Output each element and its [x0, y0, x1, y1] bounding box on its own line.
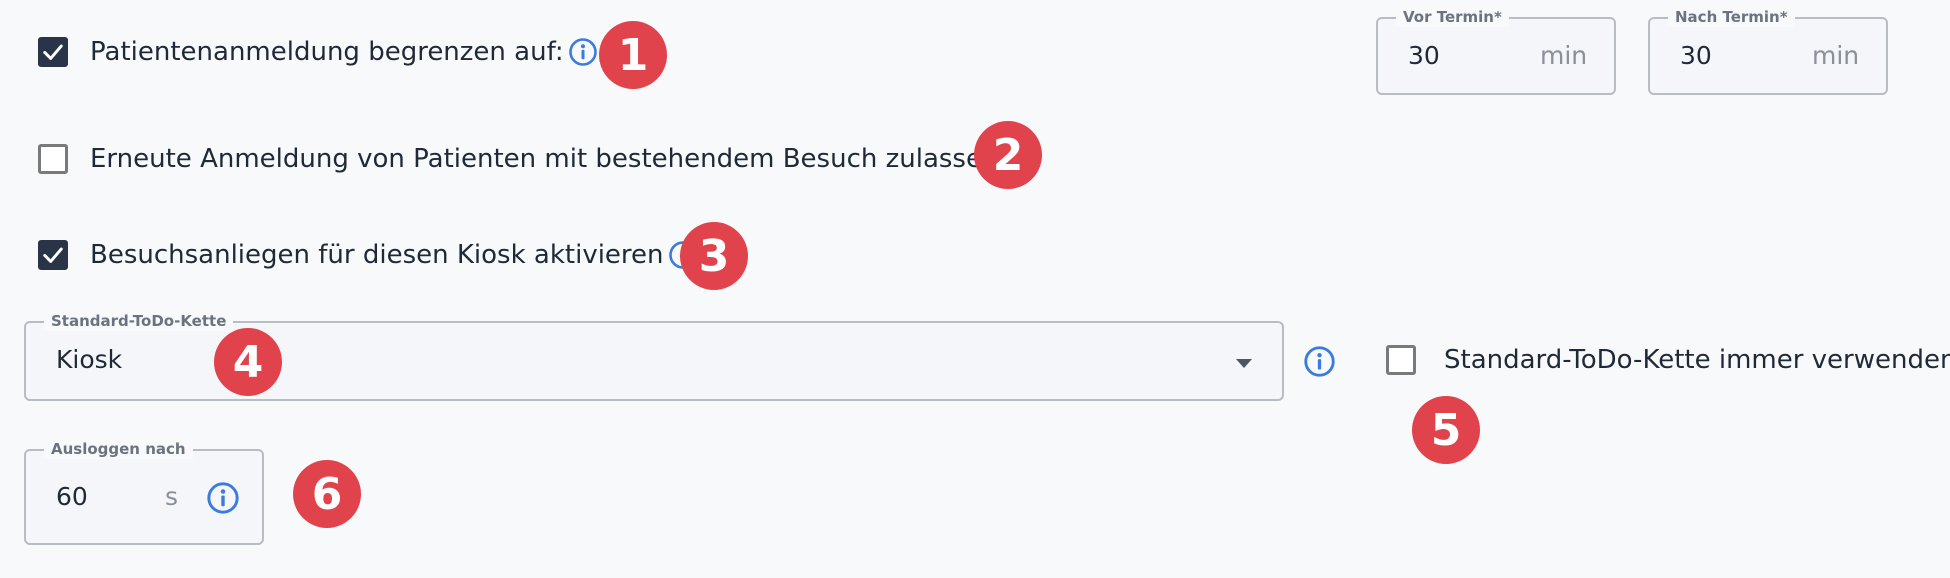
after-appointment-unit: min	[1812, 41, 1860, 70]
step-badge-1: 1	[599, 21, 667, 89]
visit-concerns-row: Besuchsanliegen für diesen Kiosk aktivie…	[38, 240, 698, 270]
default-todo-chain-value[interactable]: Kiosk	[56, 345, 122, 374]
default-todo-chain-label: Standard-ToDo-Kette	[44, 311, 234, 331]
kiosk-settings-panel: Patientenanmeldung begrenzen auf: 1 Vor …	[0, 0, 1950, 578]
info-icon[interactable]	[1303, 345, 1336, 378]
step-badge-6: 6	[293, 460, 361, 528]
after-appointment-label: Nach Termin*	[1668, 7, 1795, 27]
checkmark-icon	[43, 247, 63, 263]
logout-after-field[interactable]: Ausloggen nach 60 s	[24, 439, 264, 545]
after-appointment-value[interactable]: 30	[1680, 41, 1712, 70]
before-appointment-label: Vor Termin*	[1396, 7, 1509, 27]
after-appointment-field[interactable]: Nach Termin* 30 min	[1648, 7, 1888, 95]
before-appointment-value[interactable]: 30	[1408, 41, 1440, 70]
logout-after-label: Ausloggen nach	[44, 439, 193, 459]
logout-after-unit: s	[165, 482, 179, 511]
always-use-default-row: Standard-ToDo-Kette immer verwenden	[1386, 345, 1950, 375]
visit-concerns-label: Besuchsanliegen für diesen Kiosk aktivie…	[90, 240, 664, 270]
step-badge-5: 5	[1412, 396, 1480, 464]
step-badge-2: 2	[974, 121, 1042, 189]
limit-registration-label: Patientenanmeldung begrenzen auf:	[90, 37, 564, 67]
logout-after-value[interactable]: 60	[56, 482, 88, 511]
step-badge-3: 3	[680, 222, 748, 290]
always-use-default-checkbox[interactable]	[1386, 345, 1416, 375]
before-appointment-field[interactable]: Vor Termin* 30 min	[1376, 7, 1616, 95]
info-icon[interactable]	[206, 481, 240, 515]
caret-down-icon[interactable]	[1236, 359, 1252, 368]
re-registration-row: Erneute Anmeldung von Patienten mit best…	[38, 144, 1040, 174]
re-registration-checkbox[interactable]	[38, 144, 68, 174]
re-registration-label: Erneute Anmeldung von Patienten mit best…	[90, 144, 999, 174]
always-use-default-label: Standard-ToDo-Kette immer verwenden	[1444, 345, 1950, 375]
before-appointment-unit: min	[1540, 41, 1588, 70]
checkmark-icon	[43, 44, 63, 60]
info-icon[interactable]	[568, 37, 598, 67]
limit-registration-checkbox[interactable]	[38, 37, 68, 67]
default-todo-chain-select[interactable]: Standard-ToDo-Kette Kiosk	[24, 311, 1284, 401]
step-badge-4: 4	[214, 328, 282, 396]
visit-concerns-checkbox[interactable]	[38, 240, 68, 270]
limit-registration-row: Patientenanmeldung begrenzen auf:	[38, 37, 598, 67]
